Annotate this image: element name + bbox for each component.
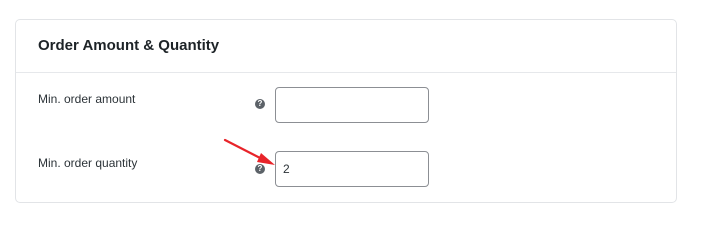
min-order-amount-label: Min. order amount — [38, 92, 136, 106]
order-amount-quantity-panel: Order Amount & Quantity Min. order amoun… — [15, 19, 677, 203]
min-order-quantity-input[interactable] — [275, 151, 429, 187]
panel-header: Order Amount & Quantity — [16, 20, 676, 73]
panel-title: Order Amount & Quantity — [38, 37, 220, 54]
min-order-amount-input[interactable] — [275, 87, 429, 123]
min-order-quantity-label: Min. order quantity — [38, 156, 138, 170]
question-mark-icon[interactable]: ? — [255, 99, 265, 109]
question-mark-icon[interactable]: ? — [255, 164, 265, 174]
